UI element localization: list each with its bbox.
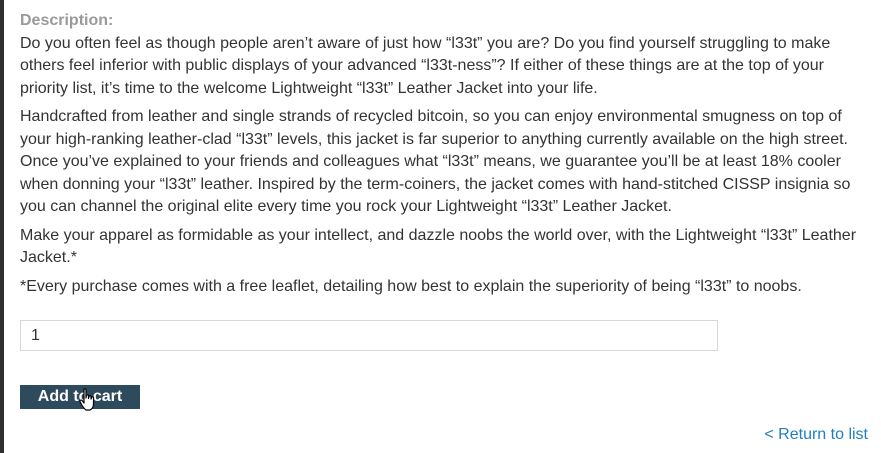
hand-pointer-cursor-icon (79, 388, 95, 411)
description-paragraph-3: Make your apparel as formidable as your … (20, 226, 857, 267)
description-paragraph-4: *Every purchase comes with a free leafle… (20, 277, 802, 295)
return-to-list-link[interactable]: < Return to list (764, 426, 868, 444)
window-left-edge (0, 0, 4, 453)
product-description: Description: Do you often feel as though… (20, 10, 860, 304)
quantity-input[interactable] (20, 320, 718, 351)
description-paragraph-2: Handcrafted from leather and single stra… (20, 108, 851, 215)
description-label: Description: (20, 12, 114, 29)
description-paragraph-1: Do you often feel as though people aren’… (20, 34, 831, 97)
